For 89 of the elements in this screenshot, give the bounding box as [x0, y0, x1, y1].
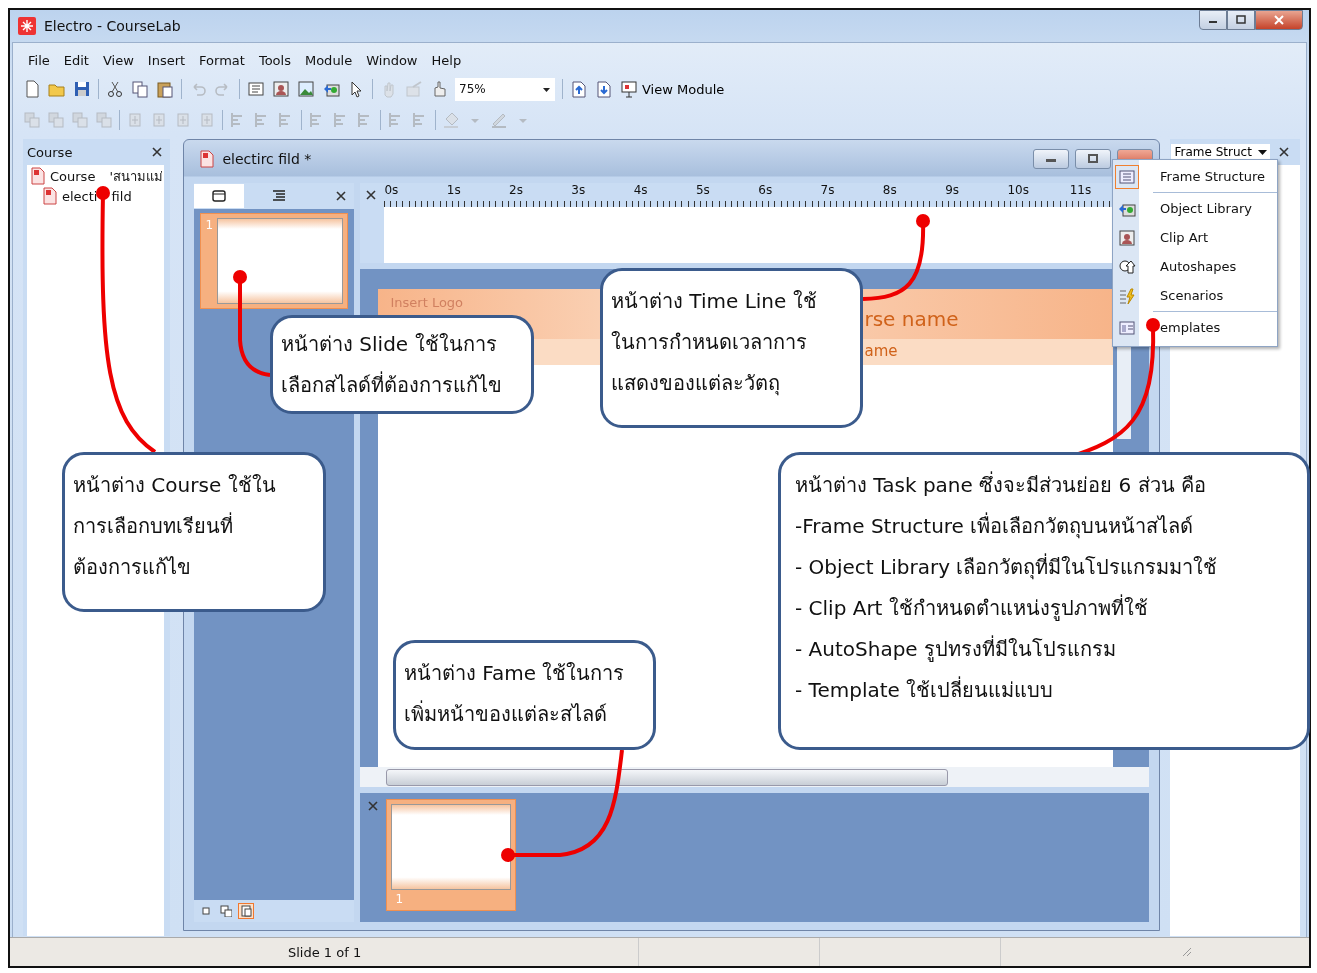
- course-name-text: rse name: [864, 307, 959, 331]
- menu-item[interactable]: Frame Structure: [1113, 162, 1277, 191]
- portrait-icon: [1118, 228, 1136, 247]
- tick-label: 1s: [446, 183, 462, 197]
- minimize-button[interactable]: [1033, 148, 1070, 169]
- resize-grip-icon[interactable]: [1181, 946, 1193, 958]
- zoom-dropdown[interactable]: 75%: [455, 77, 555, 101]
- status-text: Slide 1 of 1: [288, 944, 363, 960]
- view-module-button[interactable]: View Module: [620, 80, 725, 98]
- menu-item[interactable]: Help: [424, 50, 469, 70]
- tree-item[interactable]: Course 'สนามแม่: [27, 166, 165, 186]
- text-box-icon[interactable]: [247, 80, 265, 98]
- template-layout-icon: [1118, 318, 1136, 337]
- dropdown-caret-icon: [1257, 148, 1267, 156]
- menu-item[interactable]: View: [95, 50, 141, 70]
- menu-item[interactable]: Window: [359, 50, 425, 70]
- menu-item[interactable]: Autoshapes: [1113, 252, 1277, 281]
- document-icon: [41, 187, 59, 205]
- tick-label: 5s: [695, 183, 711, 197]
- view-toggle-button[interactable]: [218, 903, 235, 919]
- document-title: electirc fild *: [222, 150, 312, 167]
- logo-placeholder-text: Insert Logo: [390, 295, 464, 310]
- panel-title: Course: [27, 144, 73, 160]
- tick-label: 0s: [384, 183, 400, 197]
- restore-button[interactable]: [1075, 148, 1112, 169]
- save-icon[interactable]: [73, 80, 91, 98]
- menu-item[interactable]: Scenarios: [1113, 281, 1277, 310]
- window-title: Electro - CourseLab: [44, 18, 181, 34]
- menu-item[interactable]: emplates: [1113, 313, 1277, 342]
- picture-icon[interactable]: [297, 80, 315, 98]
- presentation-screen-icon: [620, 80, 638, 98]
- menu-item[interactable]: File: [21, 50, 57, 70]
- upload-icon[interactable]: [570, 80, 588, 98]
- maximize-icon: [1235, 15, 1247, 25]
- app-logo-icon: [18, 17, 36, 35]
- callout-note: หน้าต่าง Time Line ใช้ ในการกำหนดเวลาการ แสดงของแต่ละวัตถุ: [600, 268, 863, 428]
- list-view-icon: [1118, 167, 1136, 186]
- paste-icon[interactable]: [156, 80, 174, 98]
- document-icon: [198, 149, 217, 168]
- frame-number: 1: [394, 891, 405, 906]
- tick-label: 11s: [1069, 183, 1093, 197]
- tree-item[interactable]: electi fild: [39, 186, 165, 206]
- stacked-pages-icon: [240, 905, 253, 917]
- tick-label: 2s: [509, 183, 524, 197]
- document-icon: [29, 167, 47, 185]
- close-icon[interactable]: [1276, 145, 1291, 159]
- panel-tab[interactable]: [194, 184, 245, 208]
- lightning-list-icon: [1118, 286, 1136, 305]
- tick-label: 10s: [1007, 183, 1030, 197]
- download-icon[interactable]: [595, 80, 613, 98]
- horizontal-scrollbar[interactable]: [360, 767, 1150, 787]
- menu-item[interactable]: Clip Art: [1113, 223, 1277, 252]
- menu-item[interactable]: Object Library: [1113, 194, 1277, 223]
- portrait-icon[interactable]: [272, 80, 290, 98]
- close-icon[interactable]: [334, 189, 349, 203]
- callout-note: หน้าต่าง Task pane ซึ่งจะมีส่วนย่อย 6 ส่วน คือ -Frame Structure เพื่อเลือกวัตถุบนหน้าสไลด์ - Object Library เลือกวัตถุที่มีในโปรแกรมมาใช้ - Clip Art ใช้กำหนดตำแหน่งรูปภาพที่ใช้ - AutoShape รูปทรงที่มีในโปรแกรม - Template ใช้เปลี่ยนแม่แบบ: [778, 452, 1310, 750]
- close-icon[interactable]: [366, 799, 381, 813]
- close-icon[interactable]: [150, 145, 165, 159]
- menu-item[interactable]: Tools: [251, 50, 298, 70]
- slide-view-icon: [211, 188, 228, 204]
- menu-item[interactable]: Format: [192, 50, 252, 70]
- menu-item[interactable]: Insert: [140, 50, 193, 70]
- cut-icon[interactable]: [106, 80, 124, 98]
- maximize-button[interactable]: [1227, 10, 1255, 30]
- single-square-icon: [200, 905, 213, 917]
- shapes-icon: [1118, 257, 1136, 276]
- menu-item[interactable]: Module: [297, 50, 360, 70]
- minimize-button[interactable]: [1199, 10, 1227, 30]
- callout-note: หน้าต่าง Fame ใช้ในการ เพิ่มหน้าของแต่ละสไลด์: [393, 640, 656, 750]
- close-button[interactable]: [1255, 10, 1303, 30]
- tick-label: 7s: [820, 183, 836, 197]
- restore-icon: [1086, 153, 1101, 164]
- tick-label: 4s: [633, 183, 649, 197]
- close-icon: [1273, 15, 1285, 25]
- callout-note: หน้าต่าง Slide ใช้ในการ เลือกสไลด์ที่ต้องการแก้ไข: [270, 315, 534, 414]
- name-text: ame: [864, 342, 898, 360]
- close-icon[interactable]: [364, 188, 379, 202]
- slide-number: 1: [205, 218, 214, 234]
- new-file-icon[interactable]: [23, 80, 41, 98]
- overlapping-squares-icon: [220, 905, 233, 917]
- tick-label: 3s: [571, 183, 587, 197]
- tick-label: 8s: [882, 183, 898, 197]
- callout-note: หน้าต่าง Course ใช้ใน การเลือกบทเรียนที่ ต้องการแก้ไข: [62, 452, 326, 612]
- copy-icon[interactable]: [131, 80, 149, 98]
- view-toggle-button[interactable]: [238, 903, 255, 919]
- tick-label: 6s: [758, 183, 774, 197]
- tick-label: 9s: [945, 183, 961, 197]
- menu-item[interactable]: Edit: [56, 50, 96, 70]
- outline-view-icon: [271, 188, 288, 204]
